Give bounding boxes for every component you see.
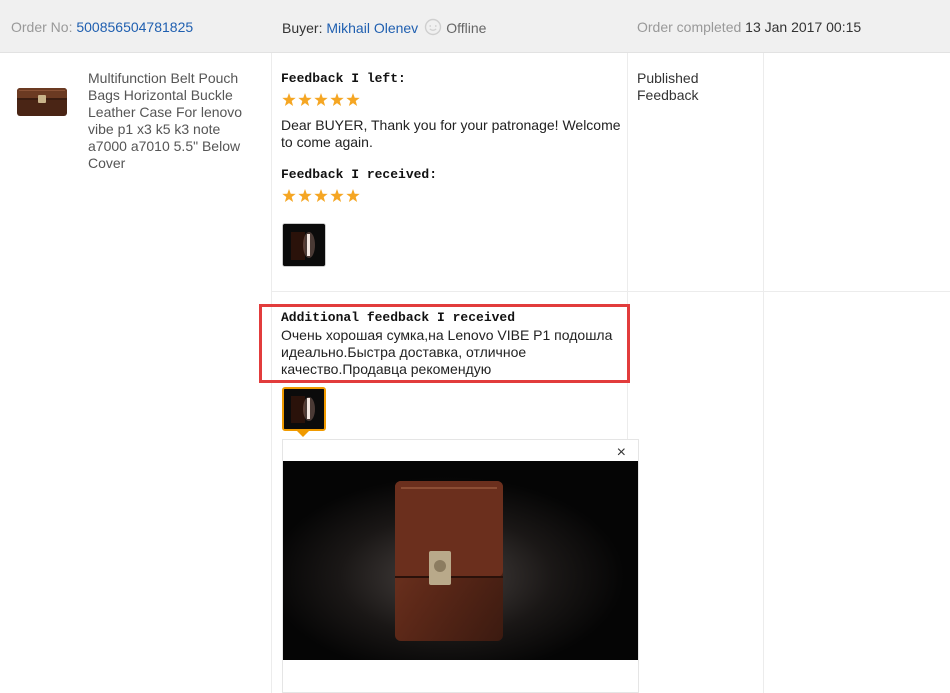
star-icon xyxy=(314,189,328,202)
order-completed: Order completed 13 Jan 2017 00:15 xyxy=(637,18,861,36)
product-thumbnail[interactable] xyxy=(14,80,70,122)
photo-preview-panel: × xyxy=(282,439,639,693)
order-number: Order No: 500856504781825 xyxy=(11,18,193,36)
star-icon xyxy=(346,93,360,106)
order-completed-label: Order completed xyxy=(637,19,742,35)
buyer-name-link[interactable]: Mikhail Olenev xyxy=(326,20,418,36)
feedback-left-text: Dear BUYER, Thank you for your patronage… xyxy=(281,117,621,150)
order-number-label: Order No: xyxy=(11,19,73,35)
row-divider xyxy=(272,291,950,292)
star-icon xyxy=(282,189,296,202)
star-icon xyxy=(330,189,344,202)
star-icon xyxy=(282,93,296,106)
star-icon xyxy=(298,189,312,202)
additional-feedback-text: Очень хорошая сумка,на Lenovo VIBE P1 по… xyxy=(281,327,613,377)
feedback-left-title: Feedback I left: xyxy=(281,71,406,86)
order-completed-date: 13 Jan 2017 00:15 xyxy=(745,19,862,35)
star-icon xyxy=(298,93,312,106)
preview-photo xyxy=(283,461,638,660)
close-icon[interactable]: × xyxy=(617,445,626,461)
star-icon xyxy=(330,93,344,106)
additional-photo-thumbnail[interactable] xyxy=(282,387,326,431)
order-number-link[interactable]: 500856504781825 xyxy=(76,19,193,35)
received-photo-thumbnail[interactable] xyxy=(282,223,326,267)
product-title-link[interactable]: Multifunction Belt Pouch Bags Horizontal… xyxy=(88,70,263,172)
chat-bubble-icon[interactable] xyxy=(424,18,442,36)
additional-feedback-title: Additional feedback I received xyxy=(281,310,516,325)
star-icon xyxy=(314,93,328,106)
buyer-label: Buyer: xyxy=(282,20,323,36)
feedback-status: Published Feedback xyxy=(637,70,699,103)
star-icon xyxy=(346,189,360,202)
feedback-received-rating xyxy=(282,189,362,203)
buyer-status: Offline xyxy=(446,20,487,36)
feedback-received-title: Feedback I received: xyxy=(281,167,438,182)
buyer-info: Buyer: Mikhail Olenev Offline xyxy=(282,18,486,37)
column-divider xyxy=(763,53,764,693)
order-header: Order No: 500856504781825 Buyer: Mikhail… xyxy=(0,0,950,53)
thumbnail-pointer xyxy=(296,430,310,437)
feedback-left-rating xyxy=(282,93,362,107)
